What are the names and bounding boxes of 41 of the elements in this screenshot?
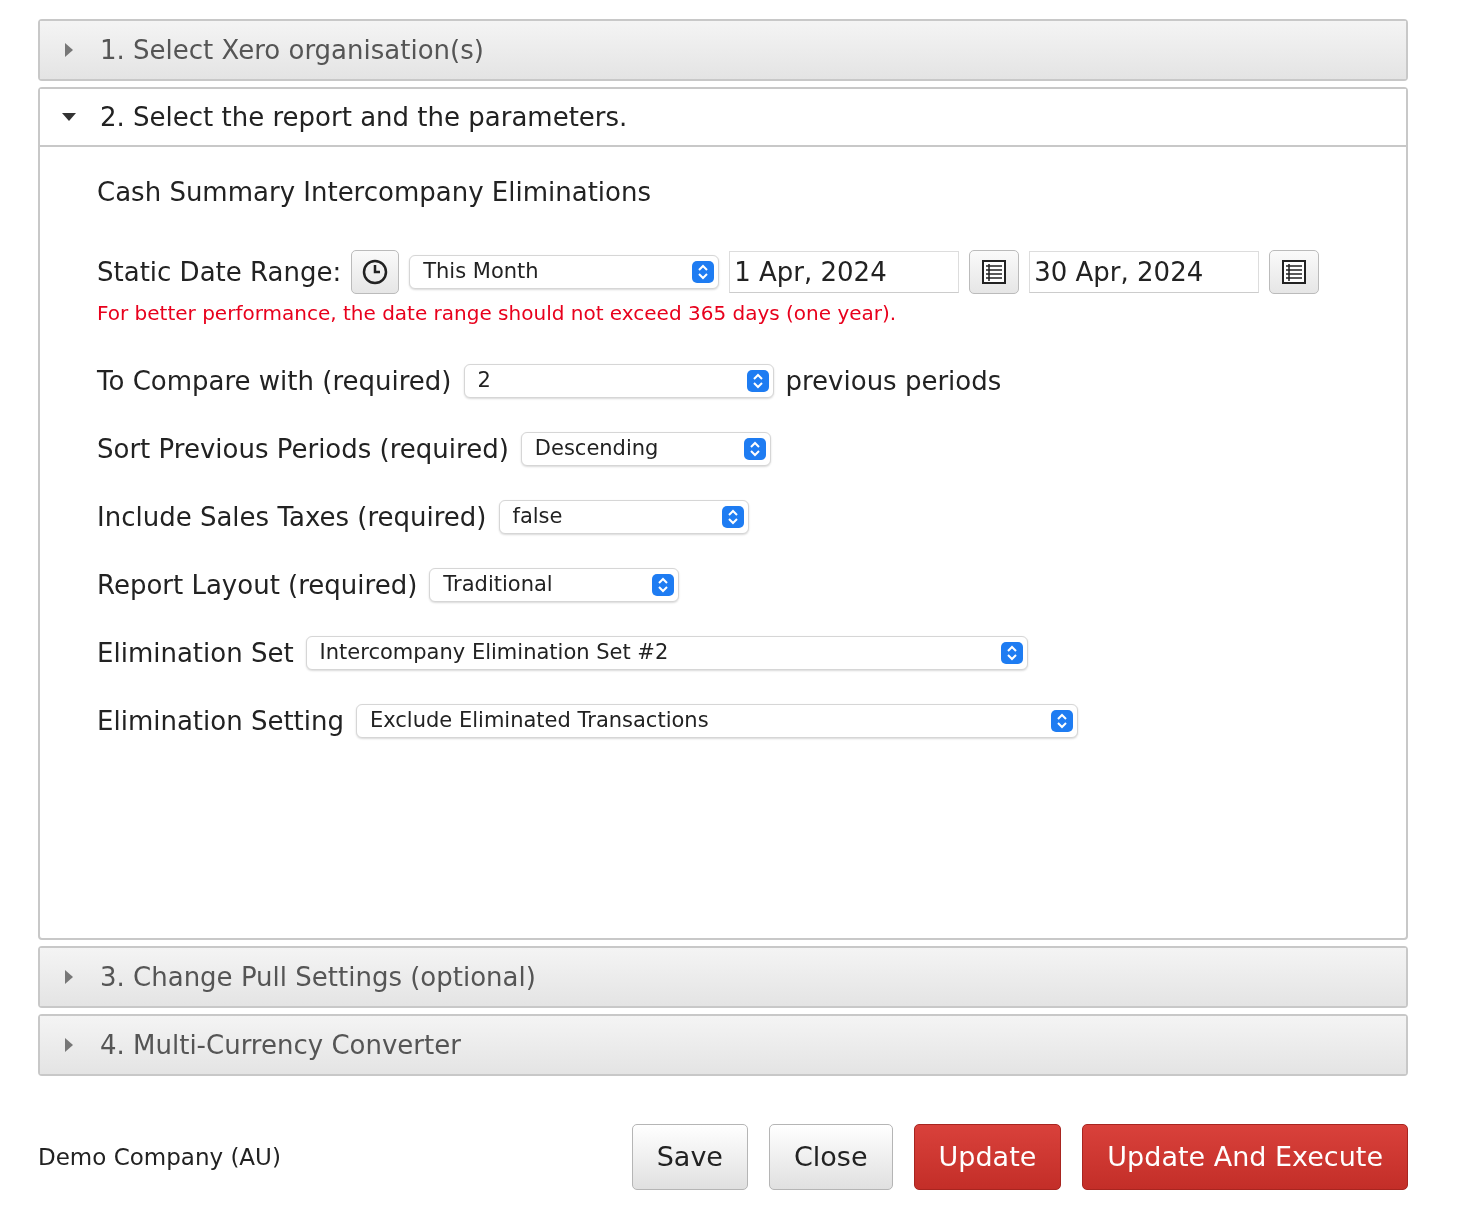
calendar-button[interactable] <box>969 250 1020 294</box>
dropdown[interactable]: 2 <box>463 364 774 398</box>
field-label: Include Sales Taxes (required) <box>97 500 487 534</box>
dropdown[interactable]: This Month <box>409 255 720 289</box>
stepper-icon <box>1051 710 1073 732</box>
warning-text: For better performance, the date range should not exceed 365 days (one year). <box>97 300 898 327</box>
dropdown[interactable]: Traditional <box>429 568 680 602</box>
section-header[interactable]: 2. Select the report and the parameters. <box>40 89 1406 147</box>
field-suffix: previous periods <box>785 364 1002 398</box>
calendar-button[interactable] <box>1269 250 1320 294</box>
dropdown[interactable]: Descending <box>520 432 771 466</box>
section-header[interactable]: 4. Multi-Currency Converter <box>40 1016 1406 1074</box>
field-label: Sort Previous Periods (required) <box>97 432 509 466</box>
action-button[interactable]: Save <box>631 1124 748 1190</box>
section-header[interactable]: 3. Change Pull Settings (optional) <box>40 948 1406 1006</box>
field-label: Report Layout (required) <box>97 568 418 602</box>
date-field[interactable]: 1 Apr, 2024 <box>729 251 960 293</box>
field-label: Elimination Setting <box>97 704 344 738</box>
field-label: Static Date Range: <box>97 255 342 289</box>
action-button[interactable]: Close <box>769 1124 893 1190</box>
clock-icon <box>362 259 389 285</box>
field-label: To Compare with (required) <box>97 364 452 398</box>
stepper-icon <box>746 370 769 392</box>
stepper-icon <box>721 506 744 528</box>
date-field[interactable]: 30 Apr, 2024 <box>1029 251 1260 293</box>
section-header[interactable]: 1. Select Xero organisation(s) <box>40 21 1406 79</box>
stepper-icon <box>692 261 715 283</box>
calendar-icon <box>982 260 1007 284</box>
action-button[interactable]: Update And Execute <box>1082 1124 1408 1190</box>
company-name: Demo Company (AU) <box>38 1142 282 1172</box>
report-title: Cash Summary Intercompany Eliminations <box>97 176 653 209</box>
calendar-icon <box>1282 260 1307 284</box>
clock-button[interactable] <box>351 250 400 294</box>
stepper-icon <box>743 438 766 460</box>
dropdown[interactable]: false <box>498 500 749 534</box>
stepper-icon <box>1000 642 1023 664</box>
stepper-icon <box>652 574 675 596</box>
dropdown[interactable]: Exclude Eliminated Transactions <box>356 704 1078 738</box>
field-label: Elimination Set <box>97 636 294 670</box>
action-button[interactable]: Update <box>913 1124 1062 1190</box>
dropdown[interactable]: Intercompany Elimination Set #2 <box>305 636 1028 670</box>
